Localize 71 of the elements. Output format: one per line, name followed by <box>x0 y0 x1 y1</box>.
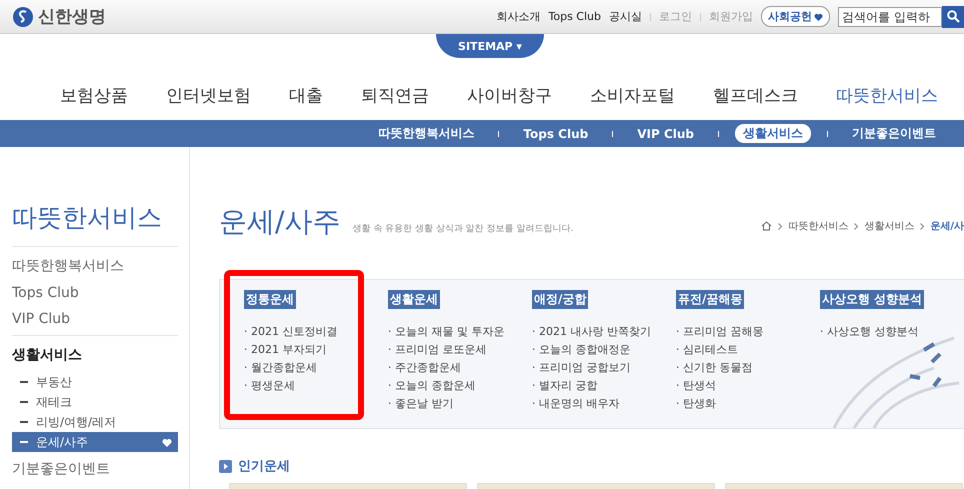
category-link[interactable]: · 주간종합운세 <box>388 360 461 375</box>
breadcrumb-link[interactable]: 따뜻한서비스 <box>788 219 848 233</box>
category-link[interactable]: · 좋은날 받기 <box>388 396 454 411</box>
page-title: 운세/사주 <box>219 204 340 240</box>
sidebar-item[interactable]: VIP Club <box>12 309 178 335</box>
category-title: 사상오행 성향분석 <box>820 290 924 309</box>
heart-icon <box>162 438 172 446</box>
sidebar-subitem[interactable]: 부동산 <box>12 372 178 392</box>
top-link[interactable]: 공시실 <box>609 9 642 24</box>
category-link[interactable]: · 프리미엄 꿈해몽 <box>676 324 764 339</box>
top-link[interactable]: Tops Club <box>548 10 601 23</box>
category-link[interactable]: · 월간종합운세 <box>244 360 317 375</box>
category-link[interactable]: · 오늘의 종합운세 <box>388 378 476 393</box>
main-nav-item[interactable]: 대출 <box>289 84 323 120</box>
category-link[interactable]: · 탄생석 <box>676 378 716 393</box>
sidebar-item[interactable]: 기분좋은이벤트 <box>12 458 178 486</box>
main-nav-item[interactable]: 보험상품 <box>60 84 128 120</box>
social-button[interactable]: 사회공헌 <box>761 6 830 27</box>
category-link[interactable]: · 사상오행 성향분석 <box>820 324 918 339</box>
category-link[interactable]: · 탄생화 <box>676 396 716 411</box>
category-title: 생활운세 <box>388 290 440 309</box>
search-field[interactable]: 검색어를 입력하 <box>838 6 942 26</box>
category-link[interactable]: · 평생운세 <box>244 378 295 393</box>
category-title: 애정/궁합 <box>532 290 588 309</box>
heart-icon <box>814 12 823 20</box>
sub-nav-item[interactable]: Tops Club <box>515 126 596 142</box>
sidebar-subitem[interactable]: 리빙/여행/레저 <box>12 412 178 432</box>
sidebar-item[interactable]: Tops Club <box>12 283 178 309</box>
sidebar-subitem[interactable]: 운세/사주 <box>12 432 178 452</box>
category-link[interactable]: · 심리테스트 <box>676 342 738 357</box>
category-link[interactable]: · 2021 내사랑 반쪽찾기 <box>532 324 651 339</box>
main-nav-item[interactable]: 퇴직연금 <box>361 84 429 120</box>
main-nav-item[interactable]: 따뜻한서비스 <box>836 84 938 120</box>
breadcrumb-link[interactable]: 운세/사 <box>930 219 964 233</box>
sidebar-title: 따뜻한서비스 <box>12 201 178 247</box>
category-link[interactable]: · 별자리 궁합 <box>532 378 598 393</box>
chevron-icon <box>920 222 924 230</box>
category-title: 퓨전/꿈해몽 <box>676 290 744 309</box>
page-subtitle: 생활 속 유용한 생활 상식과 알찬 정보를 알려드립니다. <box>352 223 574 235</box>
sub-nav-item[interactable]: VIP Club <box>629 126 702 142</box>
breadcrumb-link[interactable]: 생활서비스 <box>864 219 914 233</box>
top-link[interactable]: 회사소개 <box>496 9 541 24</box>
sub-nav-item[interactable]: 기분좋은이벤트 <box>844 124 944 143</box>
play-icon <box>219 460 232 472</box>
search-icon <box>946 10 960 23</box>
sub-nav-item[interactable]: 생활서비스 <box>735 124 811 143</box>
sidebar-subitem[interactable]: 재테크 <box>12 392 178 412</box>
main-nav-item[interactable]: 소비자포털 <box>590 84 675 120</box>
category-link[interactable]: · 2021 부자되기 <box>244 342 326 357</box>
section-title: 인기운세 <box>238 458 290 475</box>
home-icon[interactable] <box>761 221 772 231</box>
sitemap-button[interactable]: SITEMAP ▾ <box>436 34 544 58</box>
category-title: 정통운세 <box>244 290 296 309</box>
sidebar-item[interactable]: 생활서비스 <box>12 335 178 372</box>
chevron-icon <box>778 222 782 230</box>
main-nav-item[interactable]: 인터넷보험 <box>166 84 251 120</box>
logo-icon <box>12 6 34 28</box>
category-link[interactable]: · 2021 신토정비결 <box>244 324 338 339</box>
sidebar-item[interactable]: 따뜻한행복서비스 <box>12 255 178 283</box>
category-link[interactable]: · 프리미엄 궁합보기 <box>532 360 630 375</box>
category-link[interactable]: · 프리미엄 로또운세 <box>388 342 486 357</box>
category-link[interactable]: · 신기한 동물점 <box>676 360 752 375</box>
category-link[interactable]: · 오늘의 재물 및 투자운 <box>388 324 504 339</box>
logo-text[interactable]: 신한생명 <box>38 5 106 28</box>
main-nav-item[interactable]: 헬프데스크 <box>713 84 798 120</box>
category-link[interactable]: · 내운명의 배우자 <box>532 396 620 411</box>
search-button[interactable] <box>942 6 964 28</box>
main-nav-item[interactable]: 사이버창구 <box>467 84 552 120</box>
category-link[interactable]: · 오늘의 종합애정운 <box>532 342 630 357</box>
chevron-icon <box>854 222 858 230</box>
sub-nav-item[interactable]: 따뜻한행복서비스 <box>370 124 482 143</box>
